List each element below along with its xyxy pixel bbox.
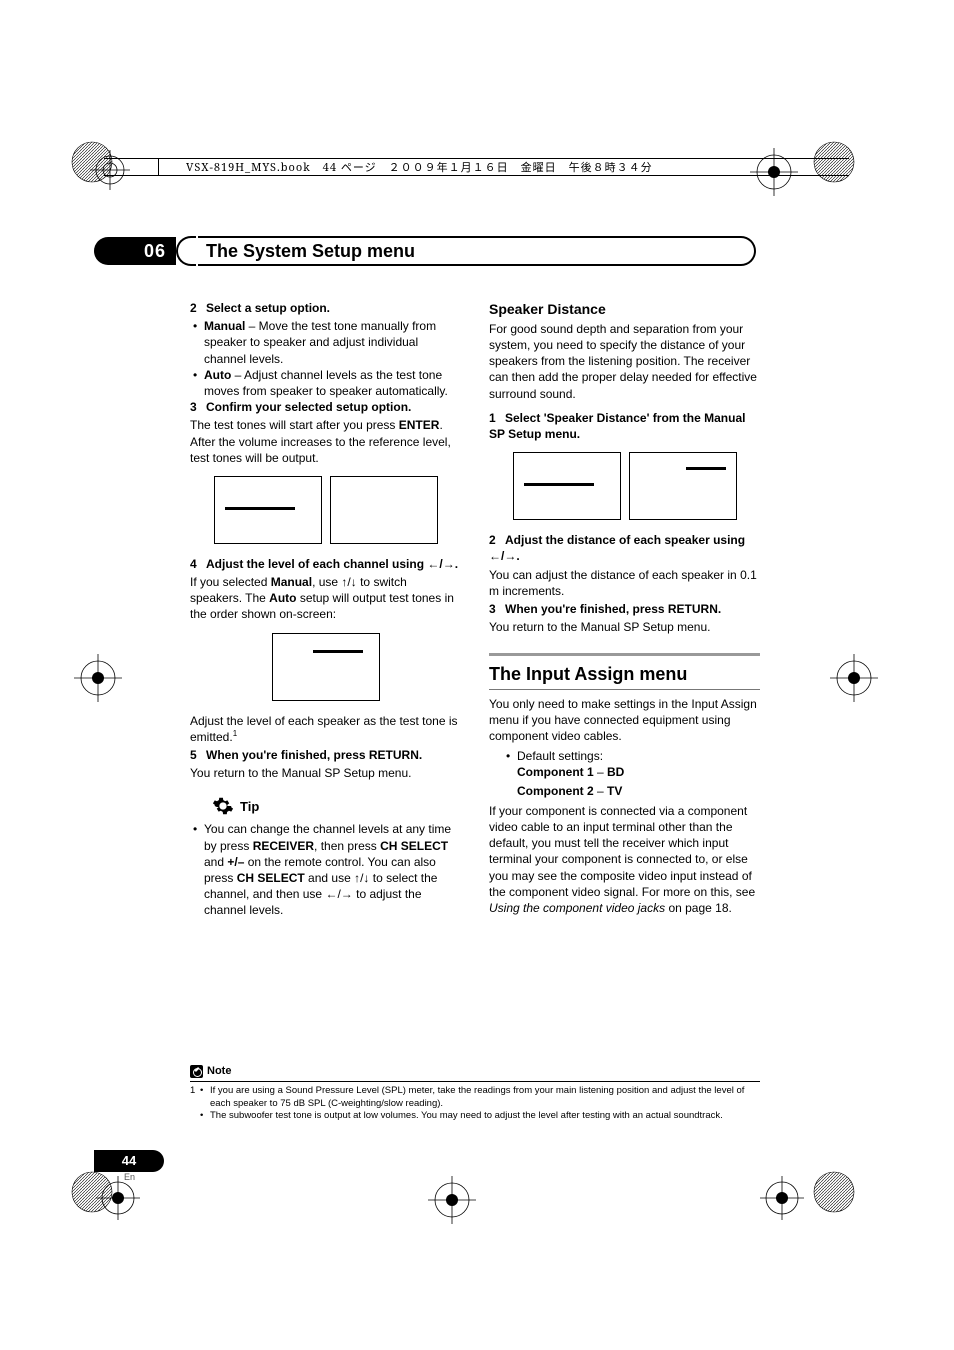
figure-step4	[190, 633, 461, 701]
crop-mark-top-right	[750, 148, 798, 196]
footnote-ref: 1	[233, 729, 237, 738]
default-component-1: Component 1 – BD	[489, 764, 760, 780]
figure-step3	[190, 476, 461, 544]
hatch-top-right	[812, 140, 856, 184]
bullet-manual: • Manual – Move the test tone manually f…	[190, 318, 461, 367]
header-meta-text: VSX-819H_MYS.book 44 ページ ２００９年１月１６日 金曜日 …	[186, 159, 653, 175]
crop-mark-bottom-right	[760, 1176, 804, 1220]
chapter-number: 06	[94, 237, 176, 265]
chapter-paren-decoration	[176, 236, 196, 266]
crop-mark-bottom-center	[428, 1176, 476, 1224]
adjust-text: Adjust the level of each speaker as the …	[190, 713, 461, 745]
step-5-heading: 5When you're finished, press RETURN.	[190, 747, 461, 763]
label-manual: Manual	[204, 319, 245, 333]
tip-bullet: • You can change the channel levels at a…	[190, 821, 461, 918]
footnote-1a: 1•If you are using a Sound Pressure Leve…	[190, 1085, 760, 1111]
spk-step1-heading: 1Select 'Speaker Distance' from the Manu…	[489, 410, 760, 442]
bullet-dot-icon: •	[190, 821, 204, 918]
screen-placeholder	[214, 476, 322, 544]
figure-spk	[489, 452, 760, 520]
footnote-block: Note 1•If you are using a Sound Pressure…	[190, 1064, 760, 1123]
gear-icon	[212, 795, 234, 817]
screen-placeholder	[629, 452, 737, 520]
step-5-body: You return to the Manual SP Setup menu.	[190, 765, 461, 781]
header-frame-line	[158, 158, 159, 175]
screen-placeholder	[513, 452, 621, 520]
default-component-2: Component 2 – TV	[489, 783, 760, 799]
section-divider-thin	[489, 689, 760, 690]
left-right-arrow-icon: ←/→	[427, 557, 454, 571]
chapter-title: The System Setup menu	[198, 236, 756, 266]
screen-placeholder	[272, 633, 380, 701]
up-down-arrow-icon: ↑/↓	[354, 871, 369, 885]
up-down-arrow-icon: ↑/↓	[341, 575, 356, 589]
chapter-header: 06 The System Setup menu	[94, 237, 756, 265]
footnote-rule	[190, 1081, 760, 1082]
header-frame-line	[104, 175, 849, 176]
input-assign-p2: If your component is connected via a com…	[489, 803, 760, 916]
spk-step3-heading: 3When you're finished, press RETURN.	[489, 601, 760, 617]
bullet-dot-icon: •	[190, 318, 204, 367]
spk-step3-body: You return to the Manual SP Setup menu.	[489, 619, 760, 635]
section-divider	[489, 653, 760, 656]
bullet-dot-icon: •	[503, 748, 517, 764]
hatch-top-left	[70, 140, 114, 184]
step-3-body: The test tones will start after you pres…	[190, 417, 461, 466]
crop-mark-mid-right	[830, 654, 878, 702]
label-auto: Auto	[204, 368, 231, 382]
bullet-auto: • Auto – Adjust channel levels as the te…	[190, 367, 461, 399]
step-4-heading: 4Adjust the level of each channel using …	[190, 556, 461, 572]
tip-body: You can change the channel levels at any…	[204, 821, 461, 918]
spk-step2-body: You can adjust the distance of each spea…	[489, 567, 760, 599]
page-language: En	[124, 1172, 135, 1182]
column-left: 2Select a setup option. • Manual – Move …	[190, 300, 461, 919]
column-right: Speaker Distance For good sound depth an…	[489, 300, 760, 919]
step-4-body: If you selected Manual, use ↑/↓ to switc…	[190, 574, 461, 623]
step-2-heading: 2Select a setup option.	[190, 300, 461, 316]
tip-label: Tip	[240, 798, 259, 816]
default-settings-label: Default settings:	[517, 748, 760, 764]
speaker-distance-body: For good sound depth and separation from…	[489, 321, 760, 402]
left-right-arrow-icon: ←/→	[325, 887, 352, 901]
page-number-badge: 44 En	[94, 1150, 182, 1184]
screen-placeholder	[330, 476, 438, 544]
default-settings-bullet: • Default settings:	[489, 748, 760, 764]
body-columns: 2Select a setup option. • Manual – Move …	[190, 300, 760, 919]
hatch-bottom-right	[812, 1170, 856, 1214]
step-3-heading: 3Confirm your selected setup option.	[190, 399, 461, 415]
note-heading: Note	[190, 1064, 760, 1079]
left-right-arrow-icon: ←/→	[489, 549, 516, 563]
footnote-1b: •The subwoofer test tone is output at lo…	[190, 1110, 760, 1123]
page-number: 44	[94, 1150, 164, 1172]
header-frame-line	[104, 158, 158, 159]
bullet-dot-icon: •	[190, 367, 204, 399]
tip-heading: Tip	[212, 795, 461, 817]
speaker-distance-heading: Speaker Distance	[489, 300, 760, 319]
crop-mark-mid-left	[74, 654, 122, 702]
input-assign-heading: The Input Assign menu	[489, 662, 760, 686]
text-auto: – Adjust channel levels as the test tone…	[204, 368, 448, 398]
input-assign-p1: You only need to make settings in the In…	[489, 696, 760, 745]
spk-step2-heading: 2Adjust the distance of each speaker usi…	[489, 532, 760, 564]
note-label: Note	[207, 1064, 231, 1079]
note-icon	[190, 1065, 203, 1078]
